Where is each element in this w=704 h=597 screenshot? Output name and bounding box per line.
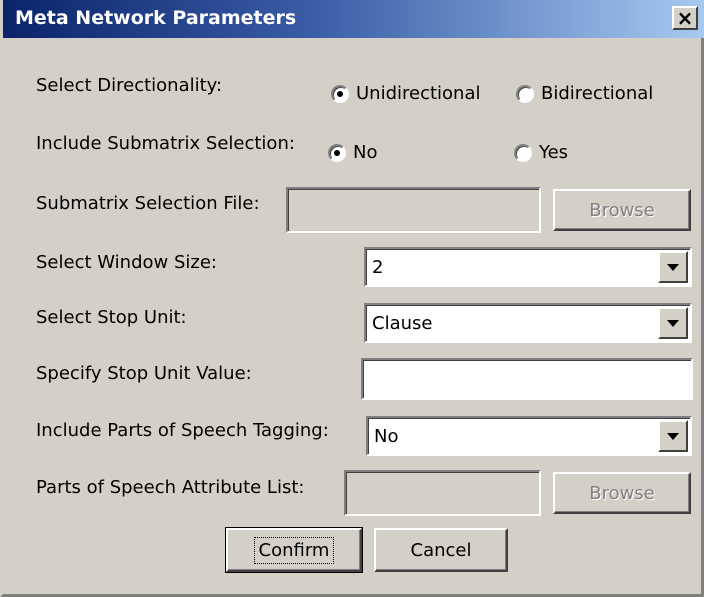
directionality-label: Select Directionality: xyxy=(36,75,223,96)
pos-tagging-select[interactable]: No xyxy=(366,416,692,456)
pos-tagging-value: No xyxy=(374,425,399,447)
window-size-label: Select Window Size: xyxy=(36,252,217,273)
pos-tagging-dropdown-arrow[interactable] xyxy=(658,420,688,452)
close-button[interactable]: × xyxy=(672,6,698,30)
window-title: Meta Network Parameters xyxy=(15,7,297,29)
meta-network-parameters-dialog: Meta Network Parameters × Select Directi… xyxy=(0,0,704,597)
cancel-button[interactable]: Cancel xyxy=(374,528,508,572)
window-size-select[interactable]: 2 xyxy=(364,247,692,287)
window-size-dropdown-arrow[interactable] xyxy=(658,251,688,283)
confirm-button[interactable]: Confirm xyxy=(225,527,363,573)
chevron-down-icon xyxy=(667,432,679,440)
pos-browse-button[interactable]: Browse xyxy=(553,472,691,514)
submatrix-file-input[interactable] xyxy=(286,187,541,233)
confirm-label: Confirm xyxy=(253,536,335,564)
unidirectional-radio[interactable]: Unidirectional xyxy=(331,83,481,104)
submatrix-yes-radio[interactable]: Yes xyxy=(514,142,568,163)
stop-unit-value-input[interactable] xyxy=(361,358,693,400)
radio-checked-icon xyxy=(331,84,349,103)
pos-attribute-list-input[interactable] xyxy=(344,470,541,516)
radio-unchecked-icon xyxy=(514,143,532,162)
radio-unchecked-icon xyxy=(516,84,534,103)
window-size-value: 2 xyxy=(372,256,384,278)
close-icon: × xyxy=(676,6,694,30)
submatrix-selection-label: Include Submatrix Selection: xyxy=(36,133,295,154)
submatrix-no-label: No xyxy=(353,142,378,163)
stop-unit-value: Clause xyxy=(372,312,433,334)
unidirectional-label: Unidirectional xyxy=(356,83,481,104)
submatrix-no-radio[interactable]: No xyxy=(328,142,377,163)
submatrix-file-label: Submatrix Selection File: xyxy=(36,193,260,214)
pos-attribute-list-label: Parts of Speech Attribute List: xyxy=(36,477,305,498)
chevron-down-icon xyxy=(667,319,679,327)
bidirectional-radio[interactable]: Bidirectional xyxy=(516,83,653,104)
stop-unit-label: Select Stop Unit: xyxy=(36,307,187,328)
stop-unit-select[interactable]: Clause xyxy=(364,303,692,343)
pos-tagging-label: Include Parts of Speech Tagging: xyxy=(36,420,329,441)
bidirectional-label: Bidirectional xyxy=(541,83,654,104)
chevron-down-icon xyxy=(667,263,679,271)
radio-checked-icon xyxy=(328,143,346,162)
stop-unit-dropdown-arrow[interactable] xyxy=(658,307,688,339)
stop-unit-value-label: Specify Stop Unit Value: xyxy=(36,363,252,384)
submatrix-browse-button[interactable]: Browse xyxy=(553,189,691,231)
submatrix-yes-label: Yes xyxy=(539,142,569,163)
title-bar[interactable]: Meta Network Parameters × xyxy=(3,0,704,38)
